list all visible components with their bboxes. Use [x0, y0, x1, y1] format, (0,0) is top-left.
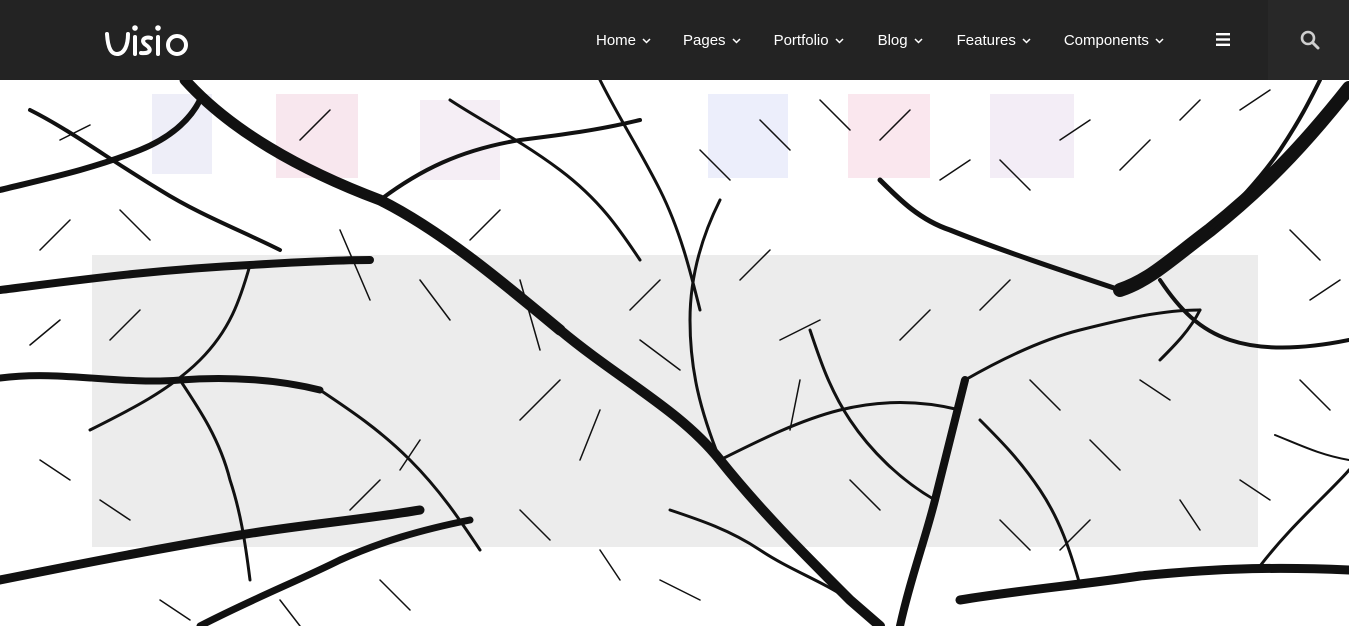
nav-item-label: Features [956, 31, 1016, 49]
chevron-down-icon [1155, 38, 1164, 44]
chevron-down-icon [642, 38, 651, 44]
nav-item-label: Home [596, 31, 637, 49]
chevron-down-icon [914, 38, 923, 44]
chevron-down-icon [1022, 38, 1031, 44]
nav-item-label: Components [1063, 31, 1149, 49]
hero-background [0, 80, 1349, 626]
nav-item-label: Pages [683, 31, 726, 49]
visio-logo[interactable] [104, 20, 216, 58]
nav-item-home[interactable]: Home [596, 0, 651, 80]
nav-item-label: Portfolio [773, 31, 829, 49]
nav-item-pages[interactable]: Pages [683, 0, 741, 80]
nav-item-features[interactable]: Features [957, 0, 1031, 80]
nav-item-components[interactable]: Components [1064, 0, 1164, 80]
top-navbar: Home Pages Portfolio Blog Features Compo… [0, 0, 1349, 80]
nav-item-blog[interactable]: Blog [878, 0, 923, 80]
main-menu: Home Pages Portfolio Blog Features Compo… [596, 0, 1164, 80]
search-area [1268, 0, 1349, 80]
tree-branches-image [0, 80, 1349, 626]
search-icon[interactable] [1300, 30, 1320, 50]
chevron-down-icon [835, 38, 844, 44]
chevron-down-icon [732, 38, 741, 44]
nav-item-label: Blog [877, 31, 908, 49]
hamburger-menu-icon[interactable] [1216, 33, 1230, 46]
nav-item-portfolio[interactable]: Portfolio [774, 0, 844, 80]
